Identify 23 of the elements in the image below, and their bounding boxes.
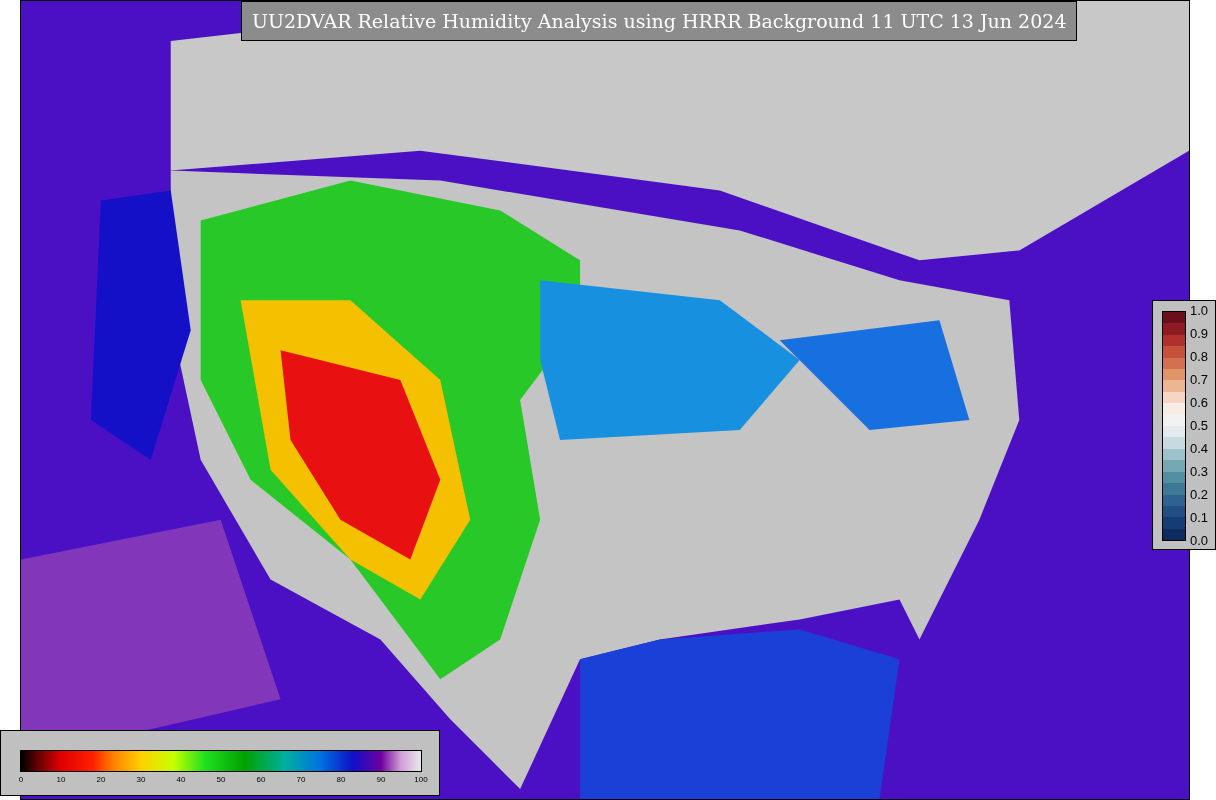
colorbar-tick-label: 30 — [136, 775, 146, 785]
colorbar-tick-label: 0.7 — [1190, 373, 1209, 387]
title-banner: UU2DVAR Relative Humidity Analysis using HRRR Background 11 UTC 13 Jun 2024 — [241, 1, 1078, 41]
colorbar-tick-label: 20 — [96, 775, 106, 785]
colorbar-tick-label: 10 — [56, 775, 66, 785]
colorbar-tick-label: 0.8 — [1190, 350, 1209, 364]
colorbar-tick-label: 80 — [336, 775, 346, 785]
colorbar-tick-label: 70 — [296, 775, 306, 785]
colorbar-tick-label: 0.2 — [1190, 488, 1209, 502]
colorbar-tick-label: 0.9 — [1190, 327, 1209, 341]
colorbar-tick-label: 0.5 — [1190, 419, 1209, 433]
colorbar-tick-label: 60 — [256, 775, 266, 785]
colorbar-tick-label: 0 — [18, 775, 24, 785]
colorbar-tick-label: 50 — [216, 775, 226, 785]
colorbar-tick-label: 0.4 — [1190, 442, 1209, 456]
colorbar-tick-label: 100 — [414, 775, 428, 785]
colorbar-tick-label: 0.1 — [1190, 511, 1209, 525]
colorbar-tick-label: 40 — [176, 775, 186, 785]
colorbar-tick-label: 90 — [376, 775, 386, 785]
colorbar-tick-label: 0.3 — [1190, 465, 1209, 479]
colorbar-tick-label: 0.0 — [1190, 534, 1209, 548]
colorbar-tick-label: 0.6 — [1190, 396, 1209, 410]
colorbar-tick-label: 1.0 — [1190, 304, 1209, 318]
